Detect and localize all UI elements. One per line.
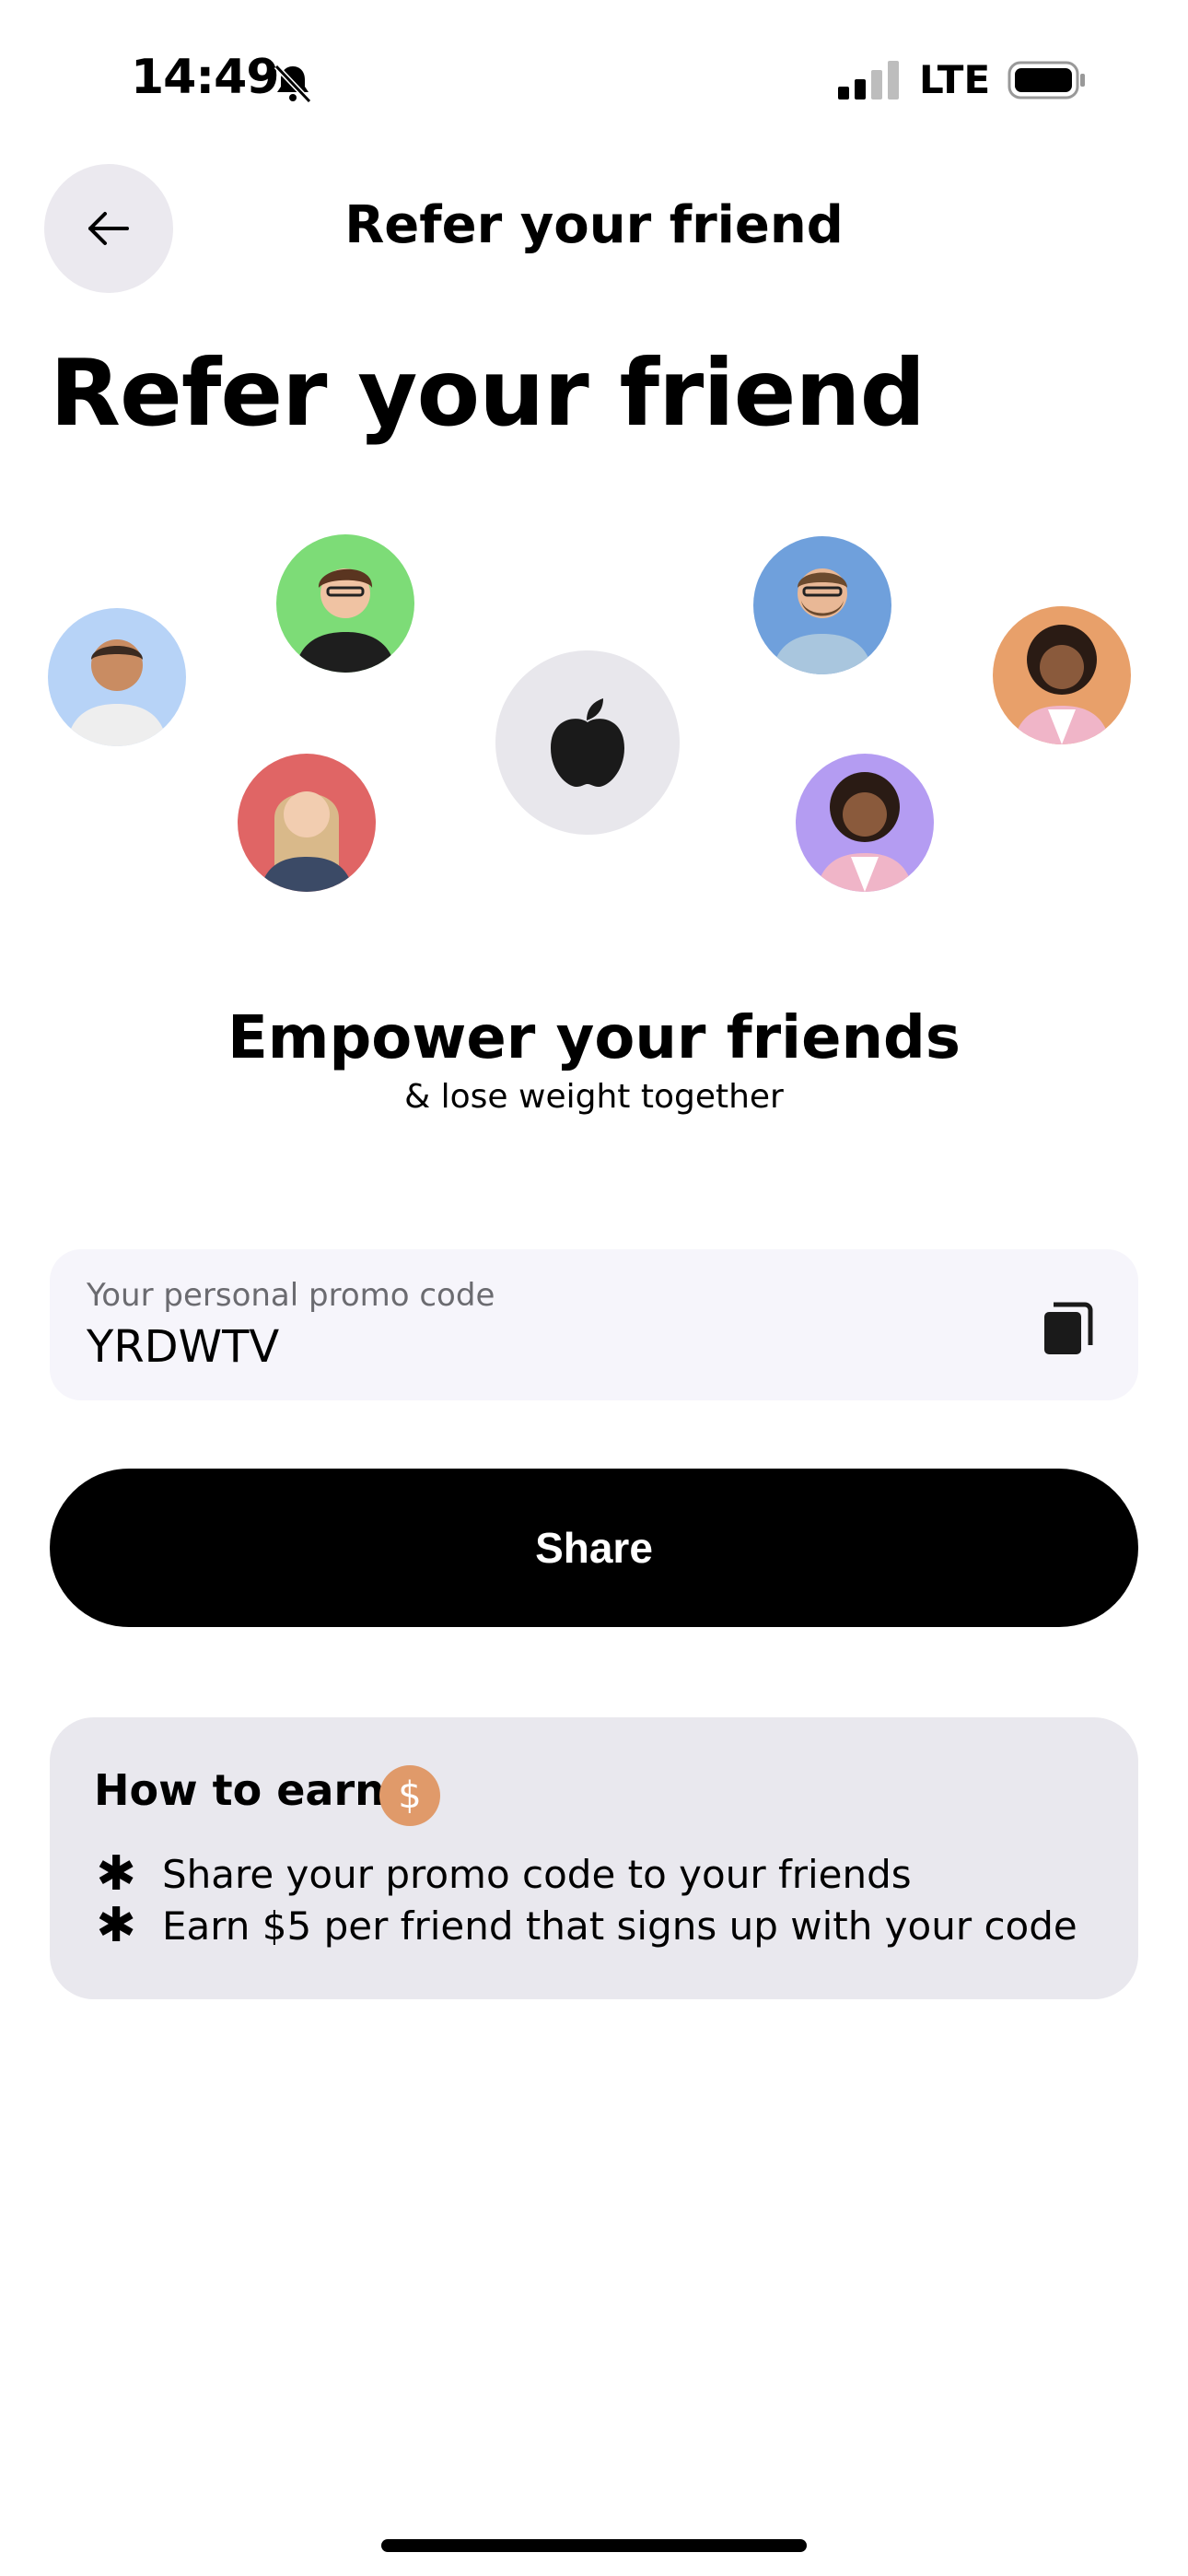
signal-icon — [838, 61, 899, 100]
bell-slash-icon — [274, 64, 312, 104]
asterisk-icon: ✱ — [96, 1846, 136, 1902]
dollar-coin-icon: $ — [379, 1765, 440, 1826]
how-to-earn-card: How to earn $ ✱ Share your promo code to… — [50, 1717, 1138, 1999]
list-item: ✱ Share your promo code to your friends — [94, 1846, 912, 1902]
promo-code-value: YRDWTV — [87, 1321, 280, 1373]
avatar — [238, 754, 376, 892]
apple-icon — [551, 698, 624, 787]
copy-icon[interactable] — [1037, 1297, 1098, 1358]
home-indicator — [381, 2539, 807, 2552]
network-type: LTE — [919, 57, 991, 102]
nav-title: Refer your friend — [344, 195, 844, 255]
subline: & lose weight together — [404, 1078, 784, 1116]
avatar — [48, 608, 186, 746]
list-item: ✱ Earn $5 per friend that signs up with … — [94, 1898, 1077, 1953]
earn-item-text: Share your promo code to your friends — [162, 1851, 912, 1897]
app-logo — [495, 650, 680, 835]
battery-icon — [1007, 61, 1085, 100]
avatar — [753, 536, 891, 674]
asterisk-icon: ✱ — [96, 1898, 136, 1953]
share-button[interactable]: Share — [50, 1469, 1138, 1627]
page-title: Refer your friend — [50, 339, 926, 447]
status-time: 14:49 — [131, 50, 280, 105]
avatar — [796, 754, 934, 892]
promo-label: Your personal promo code — [87, 1277, 495, 1314]
earn-title: How to earn — [94, 1765, 385, 1815]
headline: Empower your friends — [227, 1004, 961, 1072]
promo-code-card: Your personal promo code YRDWTV — [50, 1249, 1138, 1400]
avatar — [993, 606, 1131, 744]
earn-item-text: Earn $5 per friend that signs up with yo… — [162, 1903, 1077, 1949]
avatar — [276, 534, 414, 673]
